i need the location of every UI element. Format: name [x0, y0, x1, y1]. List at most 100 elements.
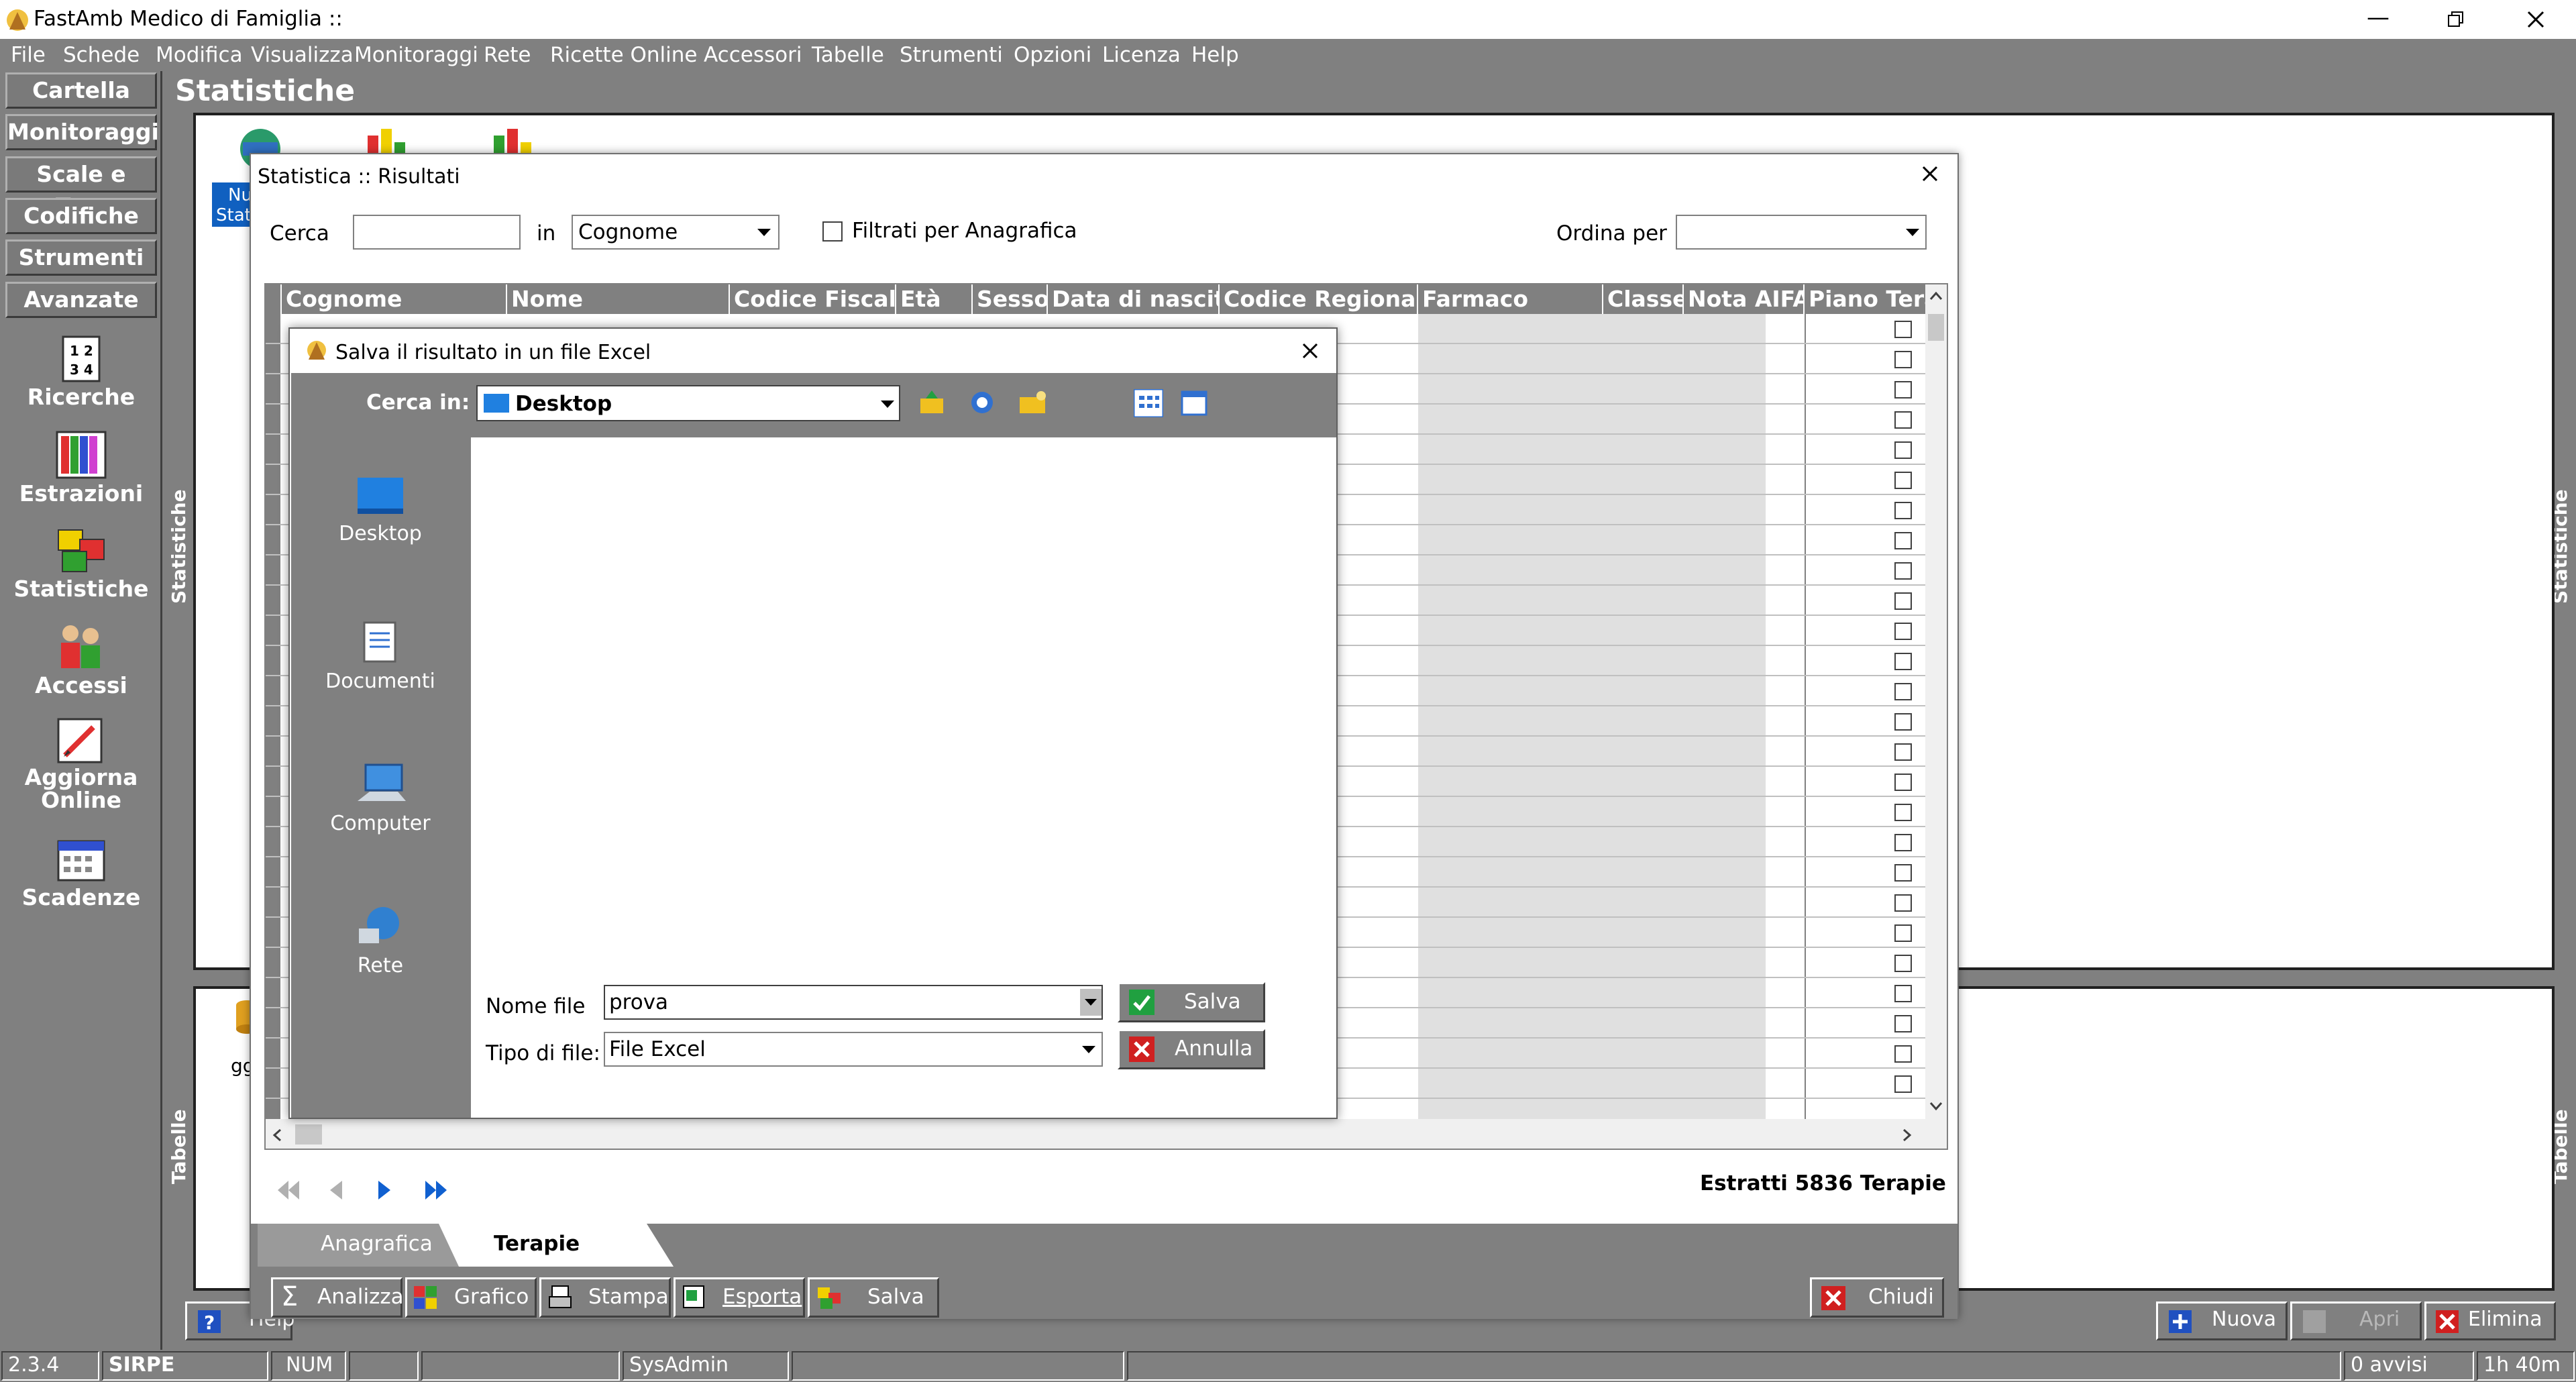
scroll-up-icon[interactable] — [1929, 291, 1943, 301]
menu-visualizza[interactable]: Visualizza — [251, 43, 354, 67]
piano-terapeutico-checkbox[interactable] — [1894, 743, 1912, 761]
list-view-icon[interactable] — [1134, 389, 1163, 417]
place-rete[interactable]: Rete — [291, 903, 470, 977]
stampa-button[interactable]: Stampa — [539, 1277, 671, 1318]
file-list[interactable] — [471, 437, 1336, 974]
nav-avanzate[interactable]: Avanzate — [5, 282, 157, 318]
cancel-file-button[interactable]: Annulla — [1118, 1029, 1265, 1069]
nav-scadenze[interactable]: Scadenze — [5, 837, 157, 910]
place-documenti[interactable]: Documenti — [291, 620, 470, 693]
piano-terapeutico-checkbox[interactable] — [1894, 653, 1912, 670]
col-header-piano-terapeutico[interactable]: Piano Tera — [1805, 284, 1939, 314]
vertical-scroll-thumb[interactable] — [1928, 314, 1944, 341]
grafico-button[interactable]: Grafico — [405, 1277, 537, 1318]
filter-checkbox[interactable] — [822, 221, 843, 242]
apri-button[interactable]: Apri — [2290, 1301, 2422, 1340]
up-folder-icon[interactable] — [919, 389, 946, 416]
results-close-icon[interactable] — [1921, 165, 1939, 182]
piano-terapeutico-checkbox[interactable] — [1894, 924, 1912, 942]
scroll-right-icon[interactable] — [1902, 1128, 1912, 1142]
prev-record-icon[interactable] — [325, 1178, 345, 1202]
piano-terapeutico-checkbox[interactable] — [1894, 985, 1912, 1002]
look-in-select[interactable]: Desktop — [476, 385, 900, 421]
first-record-icon[interactable] — [275, 1178, 302, 1202]
chiudi-button[interactable]: Chiudi — [1810, 1277, 1944, 1318]
nav-estrazioni[interactable]: Estrazioni — [5, 429, 157, 507]
menu-monitoraggi[interactable]: Monitoraggi — [354, 43, 478, 67]
next-record-icon[interactable] — [376, 1178, 396, 1202]
nav-scale-e-test[interactable]: Scale e Test — [5, 156, 157, 219]
elimina-button[interactable]: Elimina — [2424, 1301, 2556, 1340]
nav-statistiche[interactable]: Statistiche — [5, 525, 157, 602]
col-header-eta[interactable]: Età — [896, 284, 973, 314]
menu-strumenti[interactable]: Strumenti — [900, 43, 1003, 67]
vertical-scrollbar[interactable] — [1925, 284, 1947, 1119]
minimize-icon[interactable]: — — [2367, 4, 2390, 31]
menu-accessori[interactable]: Accessori — [704, 43, 802, 67]
close-window-icon[interactable] — [2526, 9, 2546, 30]
piano-terapeutico-checkbox[interactable] — [1894, 411, 1912, 429]
piano-terapeutico-checkbox[interactable] — [1894, 623, 1912, 640]
esporta-button[interactable]: Esporta — [674, 1277, 805, 1318]
nuova-button[interactable]: Nuova — [2156, 1301, 2288, 1340]
horizontal-scrollbar[interactable] — [266, 1119, 1947, 1149]
piano-terapeutico-checkbox[interactable] — [1894, 1045, 1912, 1063]
nav-codifiche[interactable]: Codifiche — [5, 198, 157, 234]
new-folder-icon[interactable] — [1018, 389, 1048, 416]
nav-monitoraggi[interactable]: Monitoraggi — [5, 114, 159, 150]
piano-terapeutico-checkbox[interactable] — [1894, 894, 1912, 912]
col-header-farmaco[interactable]: Farmaco — [1418, 284, 1603, 314]
piano-terapeutico-checkbox[interactable] — [1894, 955, 1912, 972]
search-field-select[interactable]: Cognome — [572, 215, 780, 250]
piano-terapeutico-checkbox[interactable] — [1894, 1075, 1912, 1093]
menu-rete[interactable]: Rete — [484, 43, 531, 67]
piano-terapeutico-checkbox[interactable] — [1894, 532, 1912, 549]
filename-dropdown[interactable] — [1080, 989, 1102, 1016]
restore-icon[interactable] — [2447, 11, 2465, 28]
nav-ricerche[interactable]: 1 23 4 Ricerche — [5, 334, 157, 410]
menu-modifica[interactable]: Modifica — [156, 43, 243, 67]
filename-input[interactable]: prova — [604, 985, 1103, 1020]
col-header-nome[interactable]: Nome — [507, 284, 730, 314]
place-computer[interactable]: Computer — [291, 761, 470, 835]
piano-terapeutico-checkbox[interactable] — [1894, 472, 1912, 489]
piano-terapeutico-checkbox[interactable] — [1894, 592, 1912, 610]
save-dialog-close-icon[interactable] — [1301, 342, 1319, 360]
search-input[interactable] — [353, 215, 521, 250]
nav-cartella[interactable]: Cartella — [5, 72, 157, 109]
col-header-cognome[interactable]: Cognome — [282, 284, 507, 314]
col-header-nota-aifa[interactable]: Nota AIFA — [1684, 284, 1805, 314]
nav-strumenti[interactable]: Strumenti — [5, 240, 157, 276]
piano-terapeutico-checkbox[interactable] — [1894, 381, 1912, 398]
piano-terapeutico-checkbox[interactable] — [1894, 774, 1912, 791]
col-header-classe[interactable]: Classe — [1603, 284, 1684, 314]
piano-terapeutico-checkbox[interactable] — [1894, 351, 1912, 368]
tab-anagrafica[interactable]: Anagrafica — [321, 1232, 433, 1256]
menu-licenza[interactable]: Licenza — [1102, 43, 1181, 67]
save-file-button[interactable]: Salva — [1118, 982, 1265, 1022]
menu-ricette-online[interactable]: Ricette Online — [550, 43, 698, 67]
nav-aggiorna-online[interactable]: Aggiorna Online — [5, 715, 157, 812]
piano-terapeutico-checkbox[interactable] — [1894, 502, 1912, 519]
piano-terapeutico-checkbox[interactable] — [1894, 713, 1912, 731]
piano-terapeutico-checkbox[interactable] — [1894, 441, 1912, 459]
col-header-codice-fiscale[interactable]: Codice Fiscale — [730, 284, 896, 314]
salva-stat-button[interactable]: Salva — [808, 1277, 939, 1318]
col-header-sesso[interactable]: Sesso — [973, 284, 1048, 314]
order-select[interactable] — [1676, 215, 1927, 250]
nav-accessi[interactable]: Accessi — [5, 621, 157, 698]
horizontal-scroll-thumb[interactable] — [295, 1124, 322, 1145]
piano-terapeutico-checkbox[interactable] — [1894, 834, 1912, 851]
piano-terapeutico-checkbox[interactable] — [1894, 562, 1912, 580]
piano-terapeutico-checkbox[interactable] — [1894, 804, 1912, 821]
details-view-icon[interactable] — [1181, 390, 1208, 416]
piano-terapeutico-checkbox[interactable] — [1894, 864, 1912, 882]
filetype-select[interactable]: File Excel — [604, 1032, 1103, 1067]
menu-file[interactable]: File — [11, 43, 46, 67]
col-header-codice-regionale[interactable]: Codice Regionale — [1220, 284, 1418, 314]
col-header-data-nascita[interactable]: Data di nascita — [1048, 284, 1220, 314]
recent-places-icon[interactable] — [969, 389, 996, 416]
scroll-down-icon[interactable] — [1929, 1102, 1943, 1111]
piano-terapeutico-checkbox[interactable] — [1894, 321, 1912, 338]
piano-terapeutico-checkbox[interactable] — [1894, 683, 1912, 700]
